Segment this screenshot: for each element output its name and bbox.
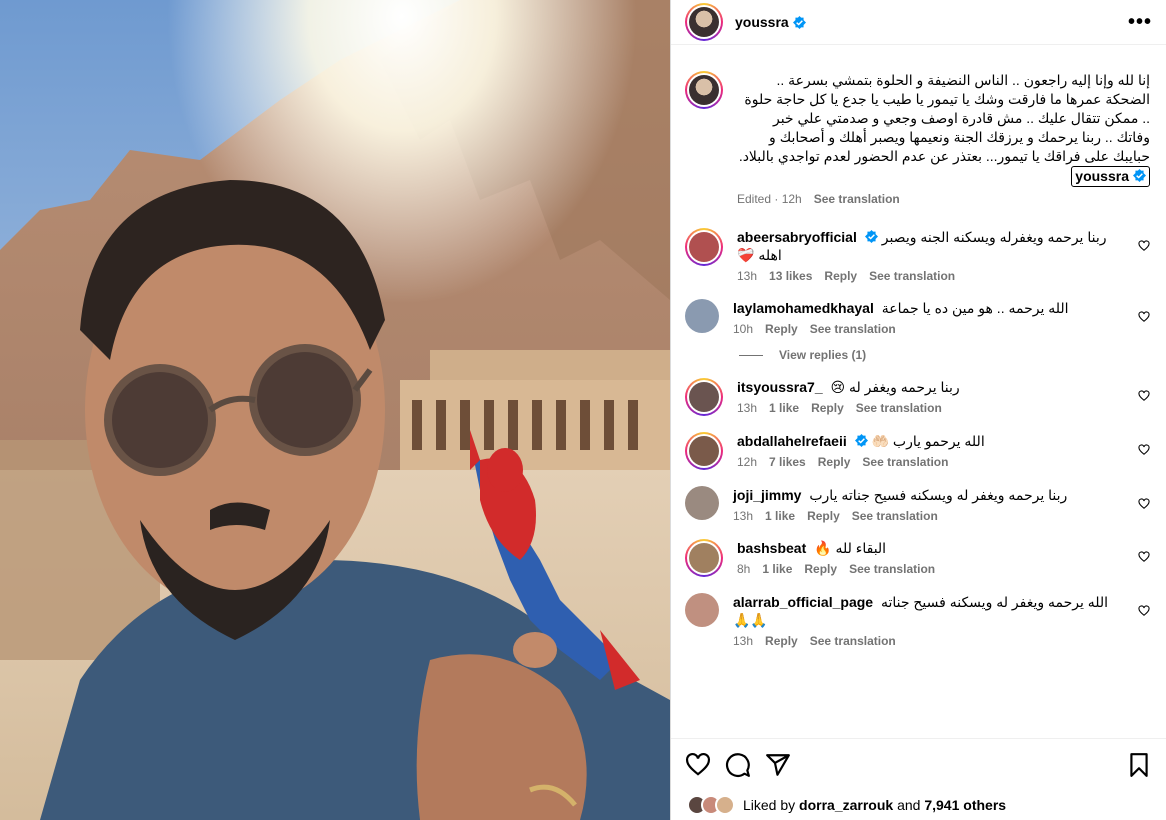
see-translation-link[interactable]: See translation (852, 509, 938, 523)
comment-row: abdallahelrefaeii الله يرحمو يارب 🤲🏻 12h… (685, 432, 1150, 470)
liker-avatars[interactable] (687, 795, 735, 815)
comment-heart-icon[interactable] (1138, 444, 1150, 456)
comment-text: ربنا يرحمه ويغفر له ويسكنه فسيح جناته يا… (809, 487, 1068, 503)
reply-button[interactable]: Reply (804, 562, 837, 576)
comment-username[interactable]: itsyoussra7_ (737, 379, 823, 395)
comment-heart-icon[interactable] (1138, 311, 1150, 323)
reply-button[interactable]: Reply (818, 455, 851, 469)
verified-icon (1133, 169, 1146, 182)
comment-likes[interactable]: 1 like (765, 509, 795, 523)
comment-avatar[interactable] (685, 299, 719, 333)
comment-avatar[interactable] (685, 539, 723, 577)
comment-heart-icon[interactable] (1138, 240, 1150, 252)
comment-text: ربنا يرحمه ويغفر له 😢 (830, 379, 960, 395)
comment-avatar[interactable] (685, 378, 723, 416)
comment-username[interactable]: laylamohamedkhayal (733, 300, 874, 316)
likes-and: and (897, 797, 921, 813)
comment-likes[interactable]: 1 like (762, 562, 792, 576)
comment-row: itsyoussra7_ ربنا يرحمه ويغفر له 😢 13h 1… (685, 378, 1150, 416)
comment-likes[interactable]: 7 likes (769, 455, 806, 469)
caption-text: إنا لله وإنا إليه راجعون .. الناس النضيف… (738, 72, 1150, 164)
comment-row: joji_jimmy ربنا يرحمه ويغفر له ويسكنه فس… (685, 486, 1150, 523)
reply-button[interactable]: Reply (807, 509, 840, 523)
replies-divider (739, 354, 763, 356)
likes-summary: Liked by dorra_zarrouk and 7,941 others (671, 790, 1166, 820)
see-translation-link[interactable]: See translation (810, 634, 896, 648)
verified-icon (864, 230, 878, 243)
reply-button[interactable]: Reply (824, 269, 857, 283)
liker-username[interactable]: dorra_zarrouk (799, 797, 893, 813)
see-translation-link[interactable]: See translation (862, 455, 948, 469)
comment-row: alarrab_official_page الله يرحمه ويغفر ل… (685, 593, 1150, 648)
comment-text: الله يرحمو يارب 🤲🏻 (871, 433, 985, 449)
see-translation-link[interactable]: See translation (869, 269, 955, 283)
verified-icon (854, 434, 868, 447)
share-icon[interactable] (765, 752, 791, 778)
comment-text: الله يرحمه .. هو مين ده يا جماعة (881, 300, 1069, 316)
comment-time: 8h (737, 562, 751, 576)
see-translation-link[interactable]: See translation (849, 562, 935, 576)
comments-list[interactable]: إنا لله وإنا إليه راجعون .. الناس النضيف… (671, 45, 1166, 738)
caption: إنا لله وإنا إليه راجعون .. الناس النضيف… (685, 71, 1150, 206)
caption-avatar[interactable] (685, 71, 723, 109)
post-header: youssra ••• (671, 0, 1166, 45)
comment-username[interactable]: bashsbeat (737, 540, 806, 556)
comment-avatar[interactable] (685, 486, 719, 520)
comment-time: 13h (733, 509, 754, 523)
comment-avatar[interactable] (685, 228, 723, 266)
view-replies-label: View replies (1) (779, 348, 867, 362)
caption-time: Edited · 12h (737, 192, 802, 206)
view-replies-button[interactable]: View replies (1) (739, 348, 1150, 362)
action-bar (671, 738, 1166, 790)
comment-icon[interactable] (725, 752, 751, 778)
comment-text: البقاء لله 🔥 (814, 540, 887, 556)
comment-username[interactable]: joji_jimmy (733, 487, 801, 503)
caption-text-block: إنا لله وإنا إليه راجعون .. الناس النضيف… (737, 71, 1150, 187)
comment-time: 13h (733, 634, 754, 648)
comment-avatar[interactable] (685, 432, 723, 470)
bookmark-icon[interactable] (1126, 752, 1152, 778)
comment-time: 13h (737, 269, 758, 283)
author-avatar[interactable] (685, 3, 723, 41)
post-photo[interactable] (0, 0, 670, 820)
see-translation-link[interactable]: See translation (856, 401, 942, 415)
comment-time: 10h (733, 322, 754, 336)
more-icon[interactable]: ••• (1128, 12, 1152, 32)
comment-time: 13h (737, 401, 758, 415)
likes-prefix: Liked by (743, 797, 796, 813)
comment-heart-icon[interactable] (1138, 390, 1150, 402)
comment-heart-icon[interactable] (1138, 551, 1150, 563)
post-image (0, 0, 670, 820)
caption-username[interactable]: youssra (1071, 166, 1150, 187)
comment-likes[interactable]: 13 likes (769, 269, 812, 283)
comment-row: bashsbeat البقاء لله 🔥 8h 1 like Reply S… (685, 539, 1150, 577)
reply-button[interactable]: Reply (765, 322, 798, 336)
comment-heart-icon[interactable] (1138, 498, 1150, 510)
comment-username[interactable]: abdallahelrefaeii (737, 433, 847, 449)
comment-avatar[interactable] (685, 593, 719, 627)
reply-button[interactable]: Reply (811, 401, 844, 415)
comment-time: 12h (737, 455, 758, 469)
comment-likes[interactable]: 1 like (769, 401, 799, 415)
reply-button[interactable]: Reply (765, 634, 798, 648)
author-username[interactable]: youssra (735, 14, 789, 30)
comment-row: laylamohamedkhayal الله يرحمه .. هو مين … (685, 299, 1150, 336)
comment-username[interactable]: alarrab_official_page (733, 594, 873, 610)
comment-heart-icon[interactable] (1138, 605, 1150, 617)
comment-username[interactable]: abeersabryofficial (737, 229, 857, 245)
likes-others[interactable]: 7,941 others (924, 797, 1006, 813)
caption-see-translation[interactable]: See translation (814, 192, 900, 206)
verified-icon (792, 15, 806, 29)
heart-icon[interactable] (685, 752, 711, 778)
post-panel: youssra ••• إنا لله وإنا إليه راجعون .. … (670, 0, 1166, 820)
see-translation-link[interactable]: See translation (810, 322, 896, 336)
comment-row: abeersabryofficial ربنا يرحمه ويغفرله وي… (685, 228, 1150, 283)
